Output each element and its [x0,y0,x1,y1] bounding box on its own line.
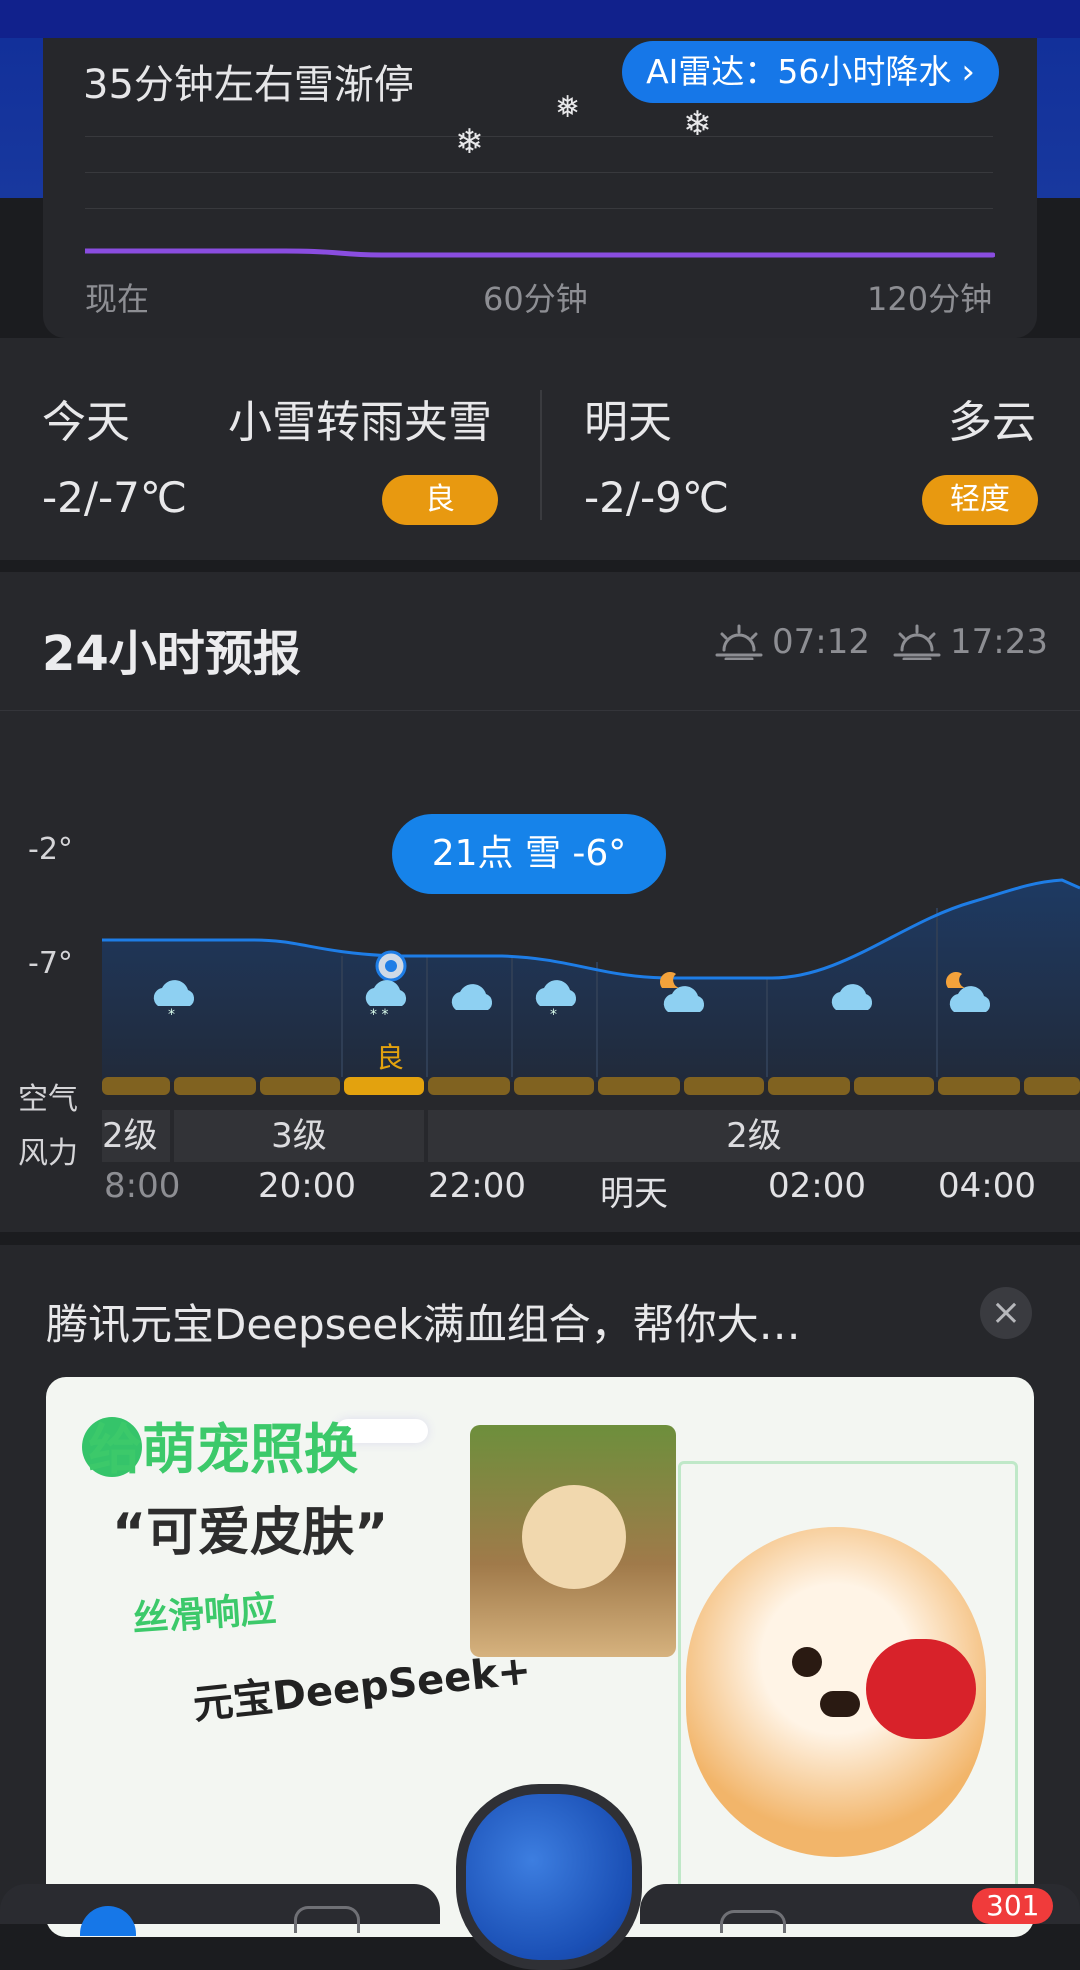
sunset-info: 17:23 [892,622,1048,662]
sunrise-info: 07:12 [714,622,870,662]
snowflake-icon: ❄ [683,104,712,144]
ad-headline: 给萌宠照换 [88,1418,358,1481]
ai-radar-button[interactable]: AI雷达：56小时降水 › [622,41,999,103]
svg-text:*: * [550,1007,557,1020]
axis-label-now: 现在 [85,280,150,318]
rose-illustration [866,1639,976,1739]
tab-icon[interactable] [294,1906,360,1933]
section-gap [0,560,1080,572]
precip-title: 35分钟左右雪渐停 [83,62,414,108]
time-label: 明天 [600,1174,668,1214]
precipitation-card[interactable]: 35分钟左右雪渐停 AI雷达：56小时降水 › ❄ ❅ ❄ 现在 60分钟 12… [43,38,1037,338]
profile-tab-icon[interactable] [720,1910,786,1933]
time-label: 20:00 [258,1166,356,1206]
aqi-bar [428,1077,510,1095]
snowflake-icon: ❅ [555,90,581,125]
wind-segment: 2级 [428,1110,1080,1162]
light-snow-icon: * [153,980,195,1020]
aqi-bar [684,1077,764,1095]
daily-summary: 今天 小雪转雨夹雪 -2/-7℃ 良 明天 多云 -2/-9℃ 轻度 [0,338,1080,560]
aqi-bar [938,1077,1020,1095]
today-label: 今天 [42,397,130,448]
snowflake-icon: ❄ [455,122,484,162]
aqi-bar [174,1077,256,1095]
time-label: 8:00 [104,1166,181,1206]
aqi-bar [344,1077,424,1095]
ad-tagline: 丝滑响应 [130,1589,278,1640]
sunrise-icon [715,624,763,660]
ad-title: 腾讯元宝Deepseek满血组合，帮你大… [46,1300,801,1349]
nav-left-panel [0,1884,440,1924]
today-aqi-badge: 良 [382,475,498,525]
grid-line [85,208,993,209]
cloudy-icon [831,984,873,1010]
divider [540,390,542,520]
tomorrow-label: 明天 [584,397,672,448]
dog-photo [470,1425,676,1657]
svg-text:* *: * * [370,1007,388,1020]
wind-segment: 3级 [174,1110,424,1162]
partly-cloudy-night-icon [946,972,991,1012]
status-bar [0,0,1080,38]
svg-text:*: * [168,1007,175,1020]
tomorrow-temp: -2/-9℃ [584,473,730,522]
y-label-low: -7° [28,946,73,981]
section-title: 24小时预报 [42,626,301,682]
aqi-bar [1024,1077,1080,1095]
radar-button-label: AI雷达：56小时降水 [646,52,952,91]
wind-segment: 2级 [102,1110,170,1162]
sunset-time: 17:23 [950,622,1048,662]
cloudy-icon [451,984,493,1010]
axis-label-60: 60分钟 [483,280,588,318]
close-icon[interactable]: × [980,1287,1032,1339]
grid-line [85,136,993,137]
sunset-icon [893,624,941,660]
hourly-forecast-section[interactable]: 24小时预报 07:12 17:23 -2° -7° 21点 雪 -6° * *… [0,572,1080,1232]
air-row-label: 空气 [18,1082,78,1117]
today-condition: 小雪转雨夹雪 [228,397,492,448]
light-snow-icon: * * [365,980,407,1020]
wind-row-label: 风力 [18,1136,78,1171]
today-temp: -2/-7℃ [42,473,188,522]
time-label: 04:00 [938,1166,1036,1206]
y-label-high: -2° [28,832,73,867]
tomorrow-condition: 多云 [948,397,1036,448]
globe-button[interactable] [456,1784,642,1970]
aqi-label: 良 [376,1041,405,1074]
aqi-bar [260,1077,340,1095]
aqi-bar [102,1077,170,1095]
aqi-bar [854,1077,934,1095]
chevron-right-icon: › [961,52,975,92]
axis-label-120: 120分钟 [867,280,993,318]
light-snow-icon: * [535,980,577,1020]
notification-badge: 301 [972,1888,1054,1924]
snow-intensity-line [85,248,995,258]
divider [0,710,1080,711]
grid-line [85,172,993,173]
ad-quote: “可爱皮肤” [112,1503,389,1563]
tomorrow-aqi-badge: 轻度 [922,475,1038,525]
hour-tooltip: 21点 雪 -6° [392,814,666,894]
aqi-bar [598,1077,680,1095]
aqi-bar [514,1077,594,1095]
partly-cloudy-night-icon [660,972,705,1012]
sunrise-time: 07:12 [772,622,870,662]
time-label: 02:00 [768,1166,866,1206]
aqi-bar [768,1077,850,1095]
time-label: 22:00 [428,1166,526,1206]
